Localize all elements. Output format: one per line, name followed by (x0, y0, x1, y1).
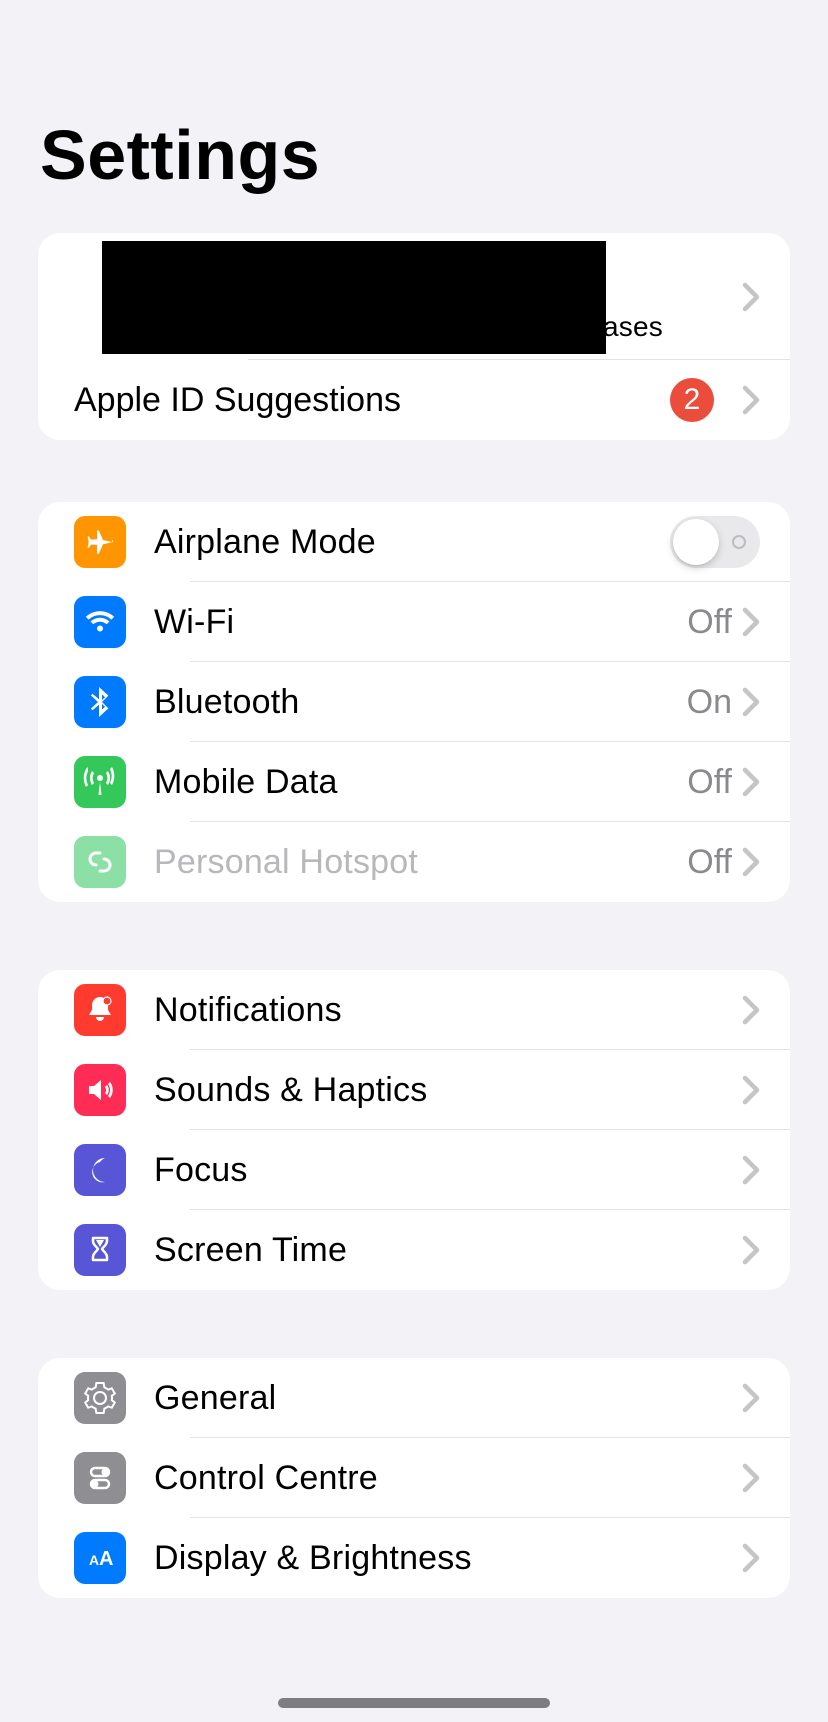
chevron-right-icon (742, 1543, 760, 1573)
chevron-right-icon (742, 607, 760, 637)
chevron-right-icon (742, 385, 760, 415)
chevron-right-icon (742, 1463, 760, 1493)
chevron-right-icon (742, 1383, 760, 1413)
mobile-data-value: Off (687, 763, 732, 802)
airplane-mode-label: Airplane Mode (154, 523, 670, 562)
badge-count: 2 (670, 378, 714, 422)
speaker-icon (74, 1064, 126, 1116)
profile-group: ases Apple ID Suggestions 2 (38, 233, 790, 440)
airplane-mode-row[interactable]: Airplane Mode (38, 502, 790, 582)
hourglass-icon (74, 1224, 126, 1276)
page-title: Settings (0, 0, 828, 225)
general-label: General (154, 1379, 742, 1418)
chevron-right-icon (742, 767, 760, 797)
profile-sub-text: ases (603, 311, 663, 343)
chevron-right-icon (742, 847, 760, 877)
notifications-row[interactable]: Notifications (38, 970, 790, 1050)
display-brightness-row[interactable]: AA Display & Brightness (38, 1518, 790, 1598)
redacted-block (102, 241, 606, 354)
focus-row[interactable]: Focus (38, 1130, 790, 1210)
apple-id-suggestions-label: Apple ID Suggestions (74, 381, 670, 420)
chevron-right-icon (742, 1235, 760, 1265)
wifi-row[interactable]: Wi-Fi Off (38, 582, 790, 662)
bluetooth-row[interactable]: Bluetooth On (38, 662, 790, 742)
display-brightness-label: Display & Brightness (154, 1539, 742, 1578)
chevron-right-icon (742, 995, 760, 1025)
personal-hotspot-label: Personal Hotspot (154, 843, 687, 882)
bluetooth-value: On (687, 683, 732, 722)
personal-hotspot-value: Off (687, 843, 732, 882)
mobile-data-row[interactable]: Mobile Data Off (38, 742, 790, 822)
bell-icon (74, 984, 126, 1036)
personal-hotspot-row[interactable]: Personal Hotspot Off (38, 822, 790, 902)
hotspot-icon (74, 836, 126, 888)
connectivity-group: Airplane Mode Wi-Fi Off Bluetooth On (38, 502, 790, 902)
airplane-icon (74, 516, 126, 568)
notifications-label: Notifications (154, 991, 742, 1030)
wifi-icon (74, 596, 126, 648)
screen-time-label: Screen Time (154, 1231, 742, 1270)
notifications-group: Notifications Sounds & Haptics Focus Scr… (38, 970, 790, 1290)
gear-icon (74, 1372, 126, 1424)
chevron-right-icon (742, 282, 760, 312)
text-size-icon: AA (74, 1532, 126, 1584)
general-row[interactable]: General (38, 1358, 790, 1438)
profile-row[interactable]: ases (38, 233, 790, 360)
chevron-right-icon (742, 687, 760, 717)
airplane-mode-toggle[interactable] (670, 516, 760, 568)
svg-text:A: A (99, 1548, 113, 1570)
wifi-label: Wi-Fi (154, 603, 687, 642)
bluetooth-label: Bluetooth (154, 683, 687, 722)
sounds-label: Sounds & Haptics (154, 1071, 742, 1110)
focus-label: Focus (154, 1151, 742, 1190)
moon-icon (74, 1144, 126, 1196)
chevron-right-icon (742, 1155, 760, 1185)
general-group: General Control Centre AA Display & Brig… (38, 1358, 790, 1598)
screen-time-row[interactable]: Screen Time (38, 1210, 790, 1290)
sounds-row[interactable]: Sounds & Haptics (38, 1050, 790, 1130)
wifi-value: Off (687, 603, 732, 642)
svg-text:A: A (89, 1552, 99, 1568)
toggles-icon (74, 1452, 126, 1504)
mobile-data-label: Mobile Data (154, 763, 687, 802)
bluetooth-icon (74, 676, 126, 728)
control-centre-row[interactable]: Control Centre (38, 1438, 790, 1518)
apple-id-suggestions-row[interactable]: Apple ID Suggestions 2 (38, 360, 790, 440)
chevron-right-icon (742, 1075, 760, 1105)
control-centre-label: Control Centre (154, 1459, 742, 1498)
home-indicator[interactable] (278, 1698, 550, 1708)
antenna-icon (74, 756, 126, 808)
